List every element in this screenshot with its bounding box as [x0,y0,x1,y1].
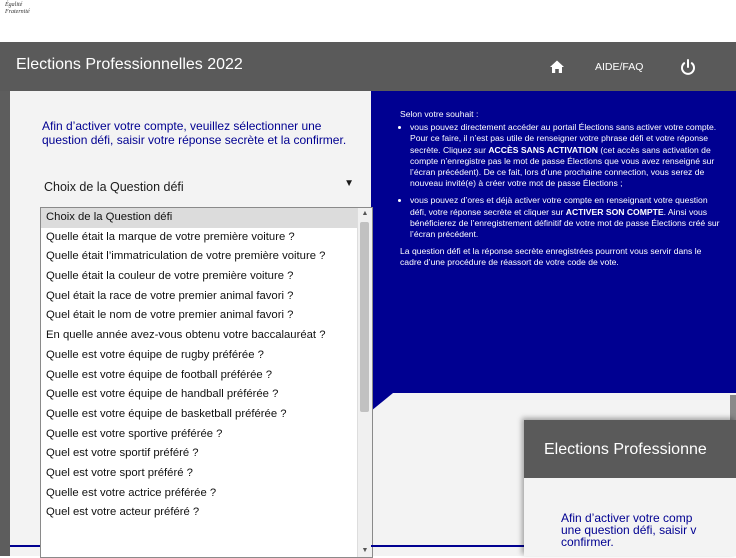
dropdown-option[interactable]: Quel était le nom de votre premier anima… [41,306,372,326]
info-text: Selon votre souhait : vous pouvez direct… [400,109,720,269]
dropdown-option[interactable]: Quelle est votre actrice préférée ? [41,484,372,504]
dropdown-option[interactable]: Quelle était l’immatriculation de votre … [41,247,372,267]
dropdown-option[interactable]: Quel est votre sport préféré ? [41,464,372,484]
home-icon[interactable] [549,59,565,75]
question-select[interactable]: Choix de la Question défi ▼ [44,178,354,202]
scrollbar-thumb[interactable] [360,222,369,412]
info-outro: La question défi et la réponse secrète e… [400,246,702,268]
help-faq-link[interactable]: AIDE/FAQ [595,61,643,73]
option-container: Choix de la Question défi Quelle était la… [41,208,372,523]
dropdown-option[interactable]: Choix de la Question défi [41,208,372,228]
question-select-value: Choix de la Question défi [44,180,184,194]
background-window-text: Afin d’activer votre comp une question d… [561,512,736,548]
dropdown-option[interactable]: Quelle était la marque de votre première… [41,228,372,248]
caret-down-icon: ▼ [344,178,354,189]
dropdown-scrollbar[interactable]: ▲ ▼ [357,208,372,557]
dropdown-option[interactable]: En quelle année avez-vous obtenu votre b… [41,326,372,346]
scroll-down-icon[interactable]: ▼ [358,545,372,557]
dropdown-option[interactable]: Quelle est votre sportive préférée ? [41,425,372,445]
divider-line [10,545,40,547]
dropdown-option[interactable]: Quelle est votre équipe de football préf… [41,366,372,386]
dropdown-option[interactable]: Quel était la race de votre premier anim… [41,287,372,307]
info-list: vous pouvez directement accéder au porta… [400,122,720,240]
app-header: Elections Professionnelles 2022 AIDE/FAQ [0,42,736,91]
dropdown-option[interactable]: Quel est votre sportif préféré ? [41,444,372,464]
motto-line: Fraternité [5,9,30,15]
info-bullet-2: vous pouvez d’ores et déjà activer votre… [410,195,720,240]
scroll-up-icon[interactable]: ▲ [358,208,372,220]
divider-line [371,545,524,547]
info-panel-notch [371,393,393,411]
question-dropdown-list[interactable]: Choix de la Question défi Quelle était la… [40,207,373,558]
background-window-title: Elections Professionne [544,441,707,458]
background-window-header: Elections Professionne [524,420,736,478]
dropdown-option[interactable]: Quelle est votre équipe de basketball pr… [41,405,372,425]
motto-line: Égalité [5,2,23,8]
republic-motto: Égalité Fraternité [5,2,30,16]
top-strip: Égalité Fraternité [0,0,736,42]
dropdown-option[interactable]: Quelle est votre équipe de handball préf… [41,385,372,405]
dropdown-option[interactable]: Quel est votre acteur préféré ? [41,503,372,523]
dropdown-option[interactable]: Quelle est votre équipe de rugby préféré… [41,346,372,366]
info-intro: Selon votre souhait : [400,109,479,119]
power-icon[interactable] [680,58,696,76]
dropdown-option[interactable]: Quelle était la couleur de votre premièr… [41,267,372,287]
instruction-text: Afin d’activer votre compte, veuillez sé… [42,119,347,147]
left-edge-bar [0,91,10,556]
page-title: Elections Professionnelles 2022 [16,56,243,73]
background-window-line: confirmer. [561,535,614,549]
info-bullet-1: vous pouvez directement accéder au porta… [410,122,720,189]
